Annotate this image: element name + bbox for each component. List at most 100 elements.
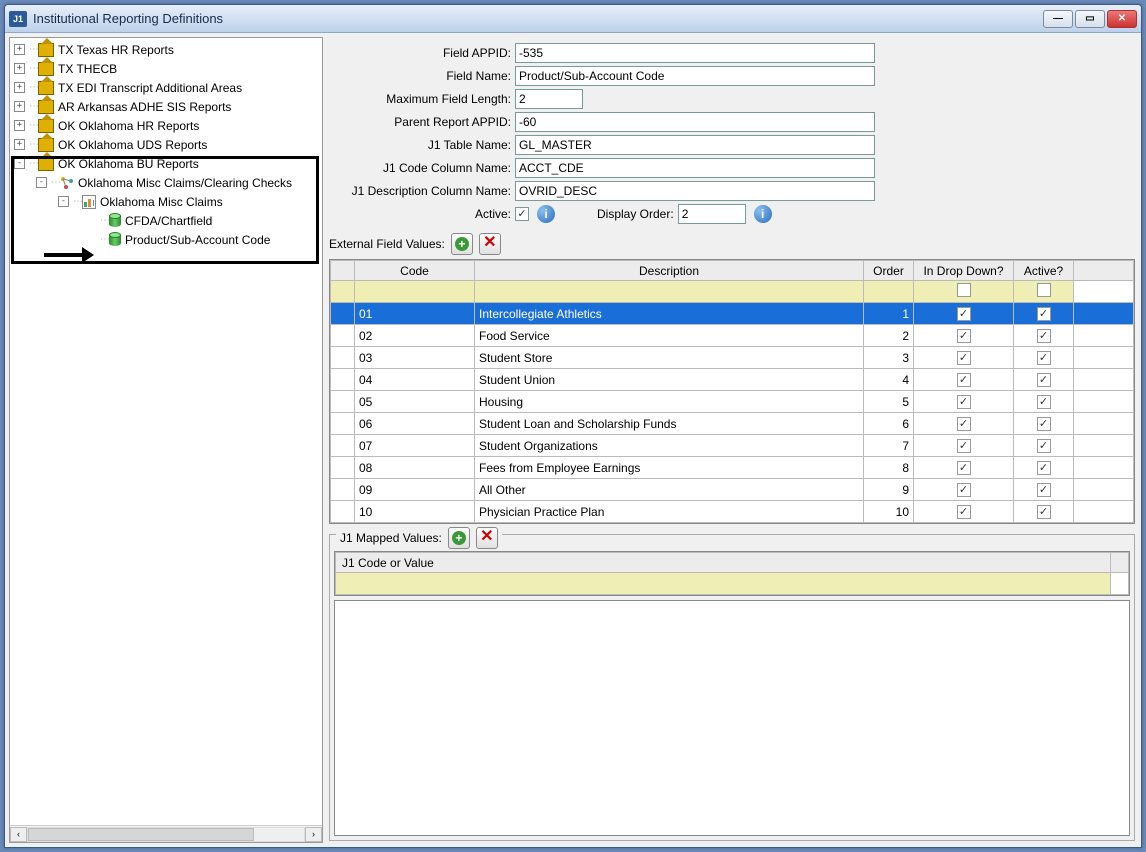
table-row[interactable]: 01Intercollegiate Athletics1 ✓ ✓ — [331, 303, 1134, 325]
minimize-button[interactable]: — — [1043, 10, 1073, 28]
cell-order[interactable]: 4 — [864, 369, 914, 391]
tree-item[interactable]: +⋯OK Oklahoma UDS Reports — [10, 135, 322, 154]
expander-icon[interactable]: + — [14, 139, 25, 150]
expander-icon[interactable]: + — [14, 63, 25, 74]
tree-item[interactable]: +⋯TX Texas HR Reports — [10, 40, 322, 59]
col-active[interactable]: Active? — [1014, 261, 1074, 281]
col-order[interactable]: Order — [864, 261, 914, 281]
code-column-input[interactable] — [515, 158, 875, 178]
cell-description[interactable]: Food Service — [475, 325, 864, 347]
filter-row[interactable] — [336, 573, 1129, 595]
scroll-right-button[interactable]: › — [305, 827, 322, 842]
close-button[interactable]: ✕ — [1107, 10, 1137, 28]
filter-dropdown-checkbox[interactable] — [957, 283, 971, 297]
cell-description[interactable]: Student Store — [475, 347, 864, 369]
cell-description[interactable]: All Other — [475, 479, 864, 501]
tree-item[interactable]: -⋯Oklahoma Misc Claims — [10, 192, 322, 211]
active-checkbox[interactable]: ✓ — [515, 207, 529, 221]
table-row[interactable]: 08Fees from Employee Earnings8 ✓ ✓ — [331, 457, 1134, 479]
active-checkbox[interactable]: ✓ — [1037, 307, 1051, 321]
active-checkbox[interactable]: ✓ — [1037, 373, 1051, 387]
tree-body[interactable]: +⋯TX Texas HR Reports+⋯TX THECB+⋯TX EDI … — [10, 38, 322, 825]
delete-mapped-value-button[interactable]: ✕ — [476, 527, 498, 549]
info-icon[interactable]: i — [754, 205, 772, 223]
tree-item[interactable]: +⋯TX THECB — [10, 59, 322, 78]
cell-description[interactable]: Fees from Employee Earnings — [475, 457, 864, 479]
cell-order[interactable]: 1 — [864, 303, 914, 325]
titlebar[interactable]: J1 Institutional Reporting Definitions —… — [5, 5, 1141, 33]
cell-code[interactable]: 01 — [355, 303, 475, 325]
table-row[interactable]: 03Student Store3 ✓ ✓ — [331, 347, 1134, 369]
cell-code[interactable]: 09 — [355, 479, 475, 501]
expander-icon[interactable]: - — [58, 196, 69, 207]
tree-item[interactable]: +⋯OK Oklahoma HR Reports — [10, 116, 322, 135]
desc-column-input[interactable] — [515, 181, 875, 201]
table-row[interactable]: 04Student Union4✓✓ — [331, 369, 1134, 391]
active-checkbox[interactable]: ✓ — [1037, 461, 1051, 475]
cell-description[interactable]: Intercollegiate Athletics — [475, 303, 864, 325]
field-name-input[interactable] — [515, 66, 875, 86]
cell-order[interactable]: 8 — [864, 457, 914, 479]
dropdown-checkbox[interactable]: ✓ — [957, 351, 971, 365]
scroll-track[interactable] — [27, 827, 305, 842]
col-in-dropdown[interactable]: In Drop Down? — [914, 261, 1014, 281]
cell-order[interactable]: 9 — [864, 479, 914, 501]
dropdown-checkbox[interactable]: ✓ — [957, 417, 971, 431]
cell-code[interactable]: 08 — [355, 457, 475, 479]
table-row[interactable]: 07Student Organizations7✓✓ — [331, 435, 1134, 457]
col-j1-code[interactable]: J1 Code or Value — [336, 553, 1111, 573]
field-appid-input[interactable] — [515, 43, 875, 63]
table-row[interactable]: 06Student Loan and Scholarship Funds6✓✓ — [331, 413, 1134, 435]
active-checkbox[interactable]: ✓ — [1037, 395, 1051, 409]
cell-order[interactable]: 7 — [864, 435, 914, 457]
cell-code[interactable]: 06 — [355, 413, 475, 435]
cell-code[interactable]: 10 — [355, 501, 475, 523]
table-row[interactable]: 10Physician Practice Plan10 ✓ ✓ — [331, 501, 1134, 523]
table-row[interactable]: 09All Other9✓✓ — [331, 479, 1134, 501]
cell-order[interactable]: 2 — [864, 325, 914, 347]
cell-code[interactable]: 07 — [355, 435, 475, 457]
tree-item[interactable]: -⋯OK Oklahoma BU Reports — [10, 154, 322, 173]
cell-order[interactable]: 5 — [864, 391, 914, 413]
add-mapped-value-button[interactable]: + — [448, 527, 470, 549]
expander-icon[interactable]: - — [14, 158, 25, 169]
cell-code[interactable]: 02 — [355, 325, 475, 347]
dropdown-checkbox[interactable]: ✓ — [957, 373, 971, 387]
active-checkbox[interactable]: ✓ — [1037, 439, 1051, 453]
info-icon[interactable]: i — [537, 205, 555, 223]
expander-icon[interactable]: + — [14, 120, 25, 131]
expander-icon[interactable]: + — [14, 101, 25, 112]
expander-icon[interactable]: - — [36, 177, 47, 188]
dropdown-checkbox[interactable]: ✓ — [957, 461, 971, 475]
dropdown-checkbox[interactable]: ✓ — [957, 483, 971, 497]
maximize-button[interactable]: ▭ — [1075, 10, 1105, 28]
cell-code[interactable]: 03 — [355, 347, 475, 369]
cell-description[interactable]: Physician Practice Plan — [475, 501, 864, 523]
parent-appid-input[interactable] — [515, 112, 875, 132]
expander-icon[interactable]: + — [14, 82, 25, 93]
cell-description[interactable]: Student Organizations — [475, 435, 864, 457]
active-checkbox[interactable]: ✓ — [1037, 351, 1051, 365]
active-checkbox[interactable]: ✓ — [1037, 505, 1051, 519]
tree-item[interactable]: -⋯Oklahoma Misc Claims/Clearing Checks — [10, 173, 322, 192]
cell-code[interactable]: 05 — [355, 391, 475, 413]
mapped-values-grid[interactable]: J1 Code or Value — [334, 551, 1130, 596]
cell-order[interactable]: 6 — [864, 413, 914, 435]
active-checkbox[interactable]: ✓ — [1037, 329, 1051, 343]
tree-item[interactable]: +⋯TX EDI Transcript Additional Areas — [10, 78, 322, 97]
dropdown-checkbox[interactable]: ✓ — [957, 395, 971, 409]
dropdown-checkbox[interactable]: ✓ — [957, 505, 971, 519]
scroll-thumb[interactable] — [28, 828, 254, 841]
table-row[interactable]: 02Food Service2✓✓ — [331, 325, 1134, 347]
cell-description[interactable]: Student Loan and Scholarship Funds — [475, 413, 864, 435]
table-row[interactable]: 05Housing5 ✓ ✓ — [331, 391, 1134, 413]
filter-row[interactable] — [331, 281, 1134, 303]
cell-description[interactable]: Housing — [475, 391, 864, 413]
cell-order[interactable]: 3 — [864, 347, 914, 369]
filter-active-checkbox[interactable] — [1037, 283, 1051, 297]
cell-order[interactable]: 10 — [864, 501, 914, 523]
add-external-value-button[interactable]: + — [451, 233, 473, 255]
max-length-input[interactable] — [515, 89, 583, 109]
tree-item[interactable]: ⋯CFDA/Chartfield — [10, 211, 322, 230]
dropdown-checkbox[interactable]: ✓ — [957, 307, 971, 321]
